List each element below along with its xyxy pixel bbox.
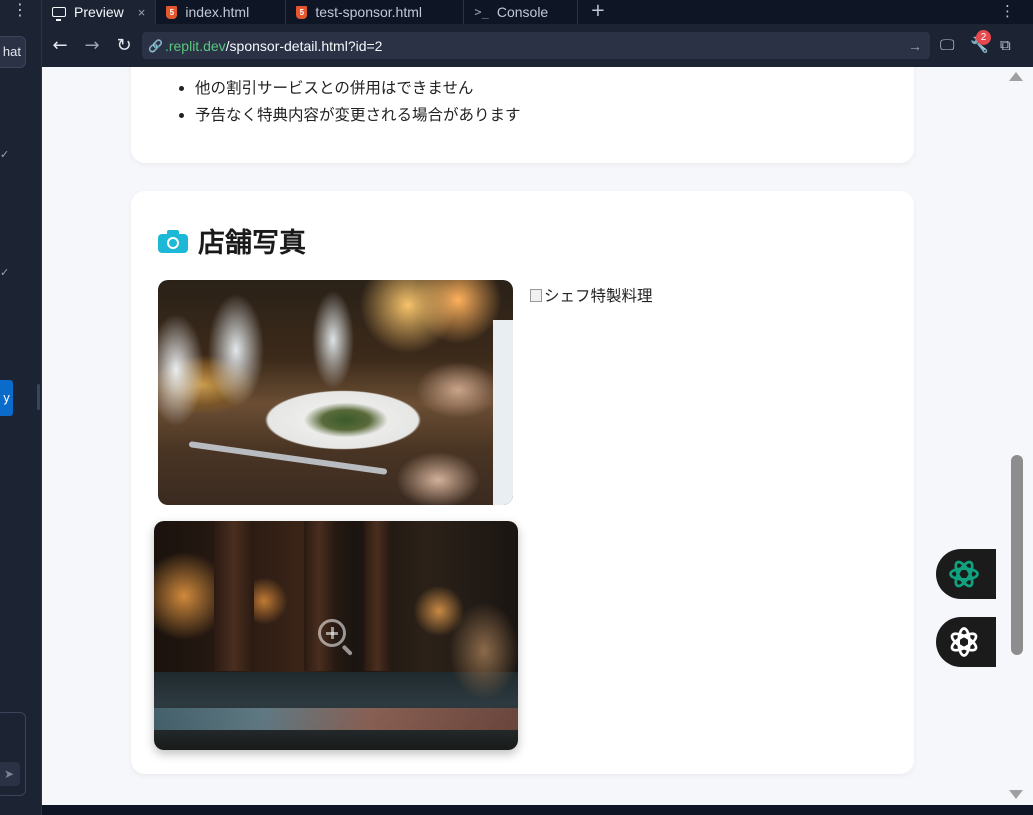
chat-tab-button[interactable]: hat — [0, 36, 26, 68]
url-field[interactable]: 🔗 .replit.dev /sponsor-detail.html?id=2 … — [142, 32, 930, 59]
active-panel-tab[interactable]: y — [0, 380, 13, 416]
broken-image-icon — [530, 288, 542, 302]
list-item: 予告なく特典内容が変更される場合があります — [195, 102, 521, 129]
html5-icon: 5 — [296, 5, 308, 19]
tab-label: test-sponsor.html — [315, 4, 422, 20]
chatgpt-button[interactable] — [936, 549, 996, 599]
link-icon: 🔗 — [148, 38, 163, 53]
tab-test-sponsor-html[interactable]: 5 test-sponsor.html — [286, 0, 465, 24]
open-new-window-icon[interactable]: ⧉ — [1000, 36, 1011, 54]
monitor-icon — [52, 7, 66, 21]
list-item: 他の割引サービスとの併用はできません — [195, 75, 521, 102]
resize-handle[interactable] — [37, 384, 40, 410]
openai-icon — [950, 627, 978, 657]
scrollbar[interactable] — [1009, 67, 1023, 805]
more-options-icon[interactable]: ⋮ — [1000, 0, 1015, 22]
check-icon: ✓ — [0, 148, 10, 161]
more-options-icon[interactable]: ⋮ — [12, 0, 28, 19]
url-host: .replit.dev — [164, 37, 226, 54]
notes-card: 他の割引サービスとの併用はできません 予告なく特典内容が変更される場合があります — [131, 67, 914, 163]
add-tab-button[interactable]: + — [578, 0, 617, 24]
send-icon[interactable]: ➤ — [0, 762, 20, 786]
forward-button[interactable]: → — [76, 35, 108, 56]
tab-label: index.html — [185, 4, 250, 20]
section-title: 店舗写真 — [158, 221, 306, 260]
tab-bar: Preview × 5 index.html 5 test-sponsor.ht… — [42, 0, 1033, 24]
broken-image-alt: シェフ特製料理 — [544, 287, 653, 305]
back-button[interactable]: ← — [44, 35, 76, 56]
address-bar: ← → ↻ 🔗 .replit.dev /sponsor-detail.html… — [42, 24, 1033, 67]
navigate-arrow-icon[interactable]: → — [908, 38, 922, 54]
tab-label: Console — [496, 4, 549, 20]
scrollbar-thumb[interactable] — [1011, 455, 1023, 655]
workspace-sidebar: ⋮ hat ✓ ✓ y ➤ — [0, 0, 42, 815]
photo-plated-dish[interactable] — [158, 280, 513, 505]
devices-icon[interactable]: 🖵 — [940, 36, 954, 54]
html5-icon: 5 — [166, 5, 178, 19]
terminal-icon: >_ — [474, 5, 489, 19]
scroll-up-arrow-icon[interactable] — [1009, 72, 1023, 81]
notes-list: 他の割引サービスとの併用はできません 予告なく特典内容が変更される場合があります — [195, 75, 521, 129]
tab-preview[interactable]: Preview × — [42, 0, 157, 24]
section-title-text: 店舗写真 — [198, 228, 306, 259]
ai-assistant-button[interactable] — [936, 617, 996, 667]
tab-console[interactable]: >_ Console — [464, 0, 579, 24]
photo-restaurant-interior[interactable] — [154, 521, 518, 750]
camera-icon — [158, 229, 188, 253]
notification-badge: 2 — [976, 30, 991, 45]
zoom-in-icon[interactable] — [318, 619, 354, 656]
scroll-down-arrow-icon[interactable] — [1009, 790, 1023, 799]
broken-image[interactable]: シェフ特製料理 — [530, 284, 653, 306]
reload-button[interactable]: ↻ — [108, 35, 140, 56]
close-icon[interactable]: × — [138, 5, 146, 20]
store-photos-card: 店舗写真 シェフ特製料理 — [131, 191, 914, 774]
check-icon: ✓ — [0, 266, 10, 279]
tab-index-html[interactable]: 5 index.html — [156, 0, 287, 24]
chatgpt-icon — [949, 560, 979, 588]
tab-label: Preview — [74, 4, 124, 20]
url-path: /sponsor-detail.html?id=2 — [225, 37, 383, 54]
preview-viewport: 他の割引サービスとの併用はできません 予告なく特典内容が変更される場合があります… — [42, 67, 1033, 805]
